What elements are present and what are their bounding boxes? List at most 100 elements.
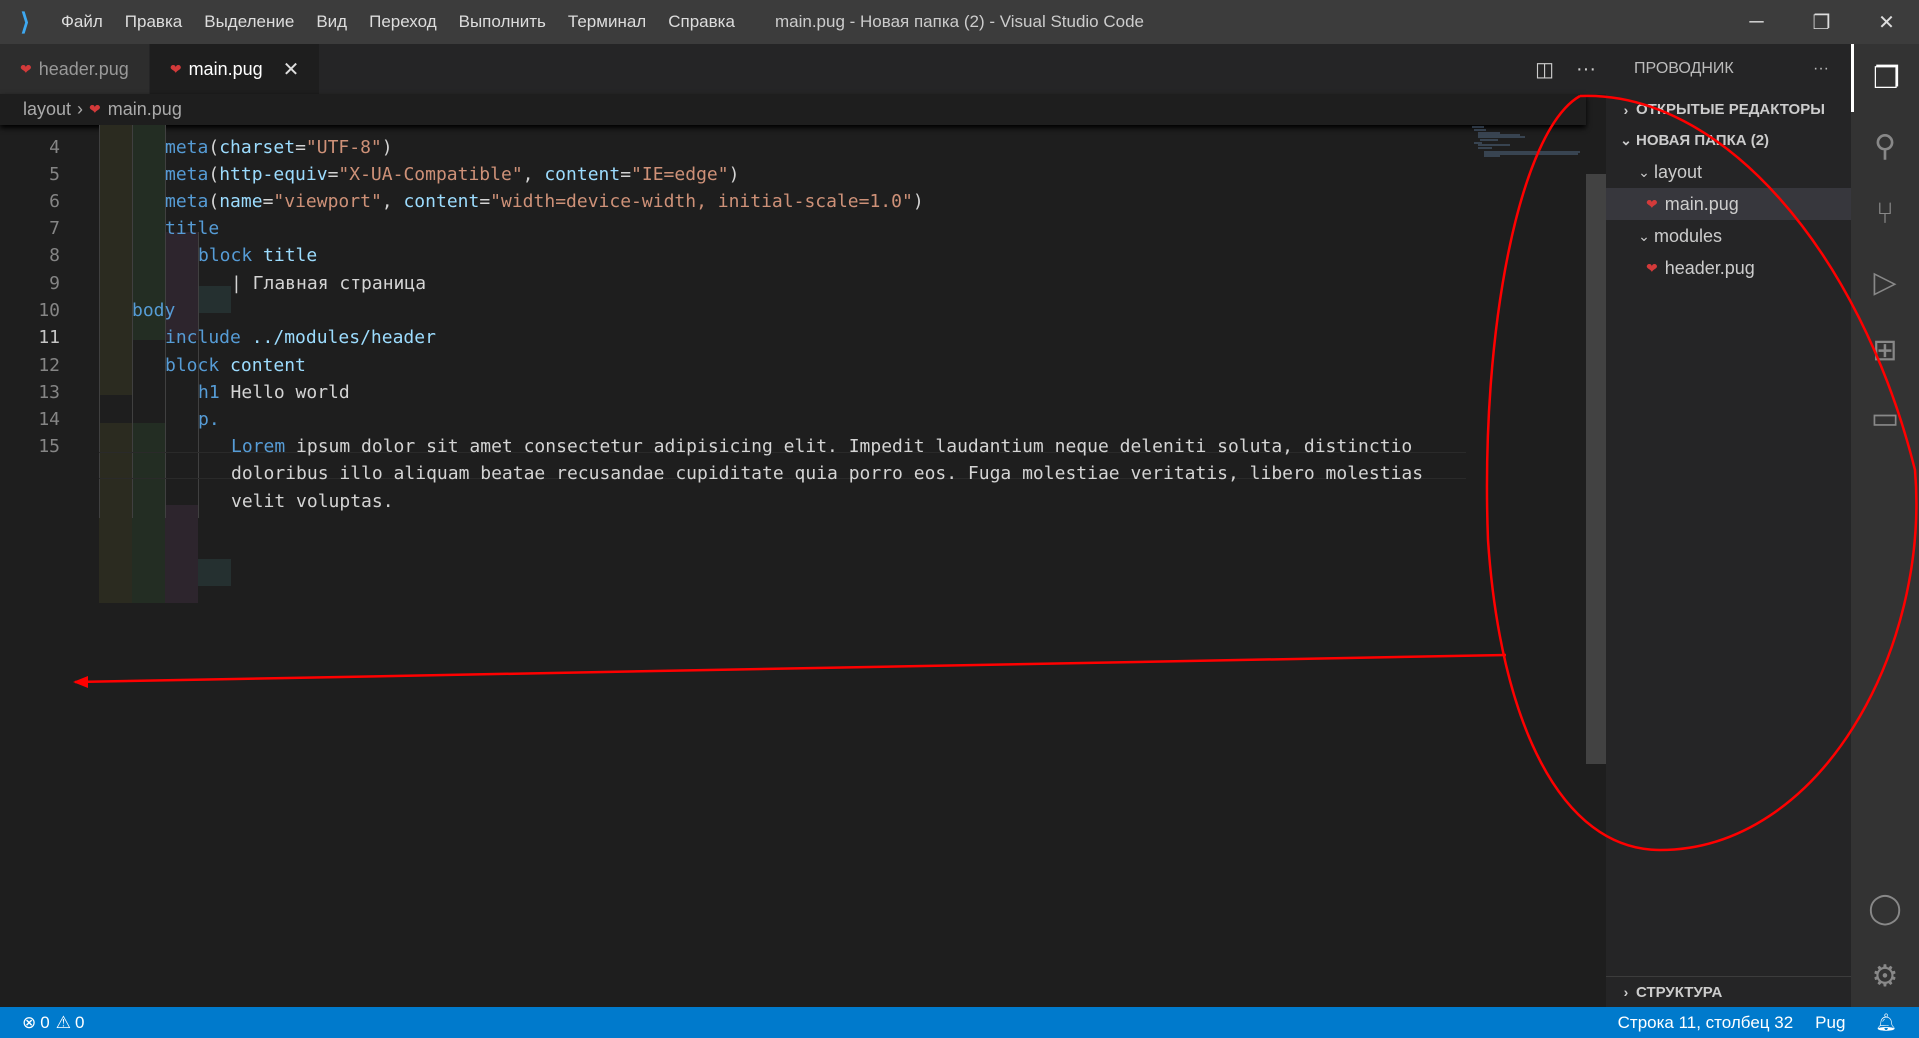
minimap[interactable] <box>1470 125 1586 165</box>
warning-count[interactable]: 0 <box>75 1013 84 1033</box>
chevron-down-icon: ⌄ <box>1638 163 1650 180</box>
indent-band <box>198 559 231 586</box>
code-line-15-wrap: doloribus illo aliquam beatae recusandae… <box>231 463 1424 484</box>
pug-file-icon: ❤ <box>169 60 182 77</box>
line-number: 14 <box>38 409 60 430</box>
line-number: 5 <box>49 164 60 185</box>
menu-edit[interactable]: Правка <box>125 12 182 31</box>
explorer-more-icon[interactable]: ··· <box>1813 60 1829 78</box>
code-line-5: meta(http-equiv="X-UA-Compatible", conte… <box>165 164 740 185</box>
restore-button[interactable]: ❐ <box>1789 0 1854 44</box>
activity-bar: ❐ ⚲ ⑂ ▷ ⊞ ▭ ◯ ⚙ <box>1851 44 1919 1007</box>
breadcrumb: layout › ❤ main.pug <box>0 94 1586 125</box>
explorer-sidebar: ПРОВОДНИК ··· › ОТКРЫТЫЕ РЕДАКТОРЫ ⌄ НОВАЯ … <box>1606 44 1851 1007</box>
code-line-15-wrap: velit voluptas. <box>231 491 394 512</box>
source-control-icon[interactable]: ⑂ <box>1851 180 1919 248</box>
menu-selection[interactable]: Выделение <box>204 12 294 31</box>
code-line-8: block title <box>198 245 318 266</box>
indent-band <box>165 232 198 340</box>
code-line-13: h1 Hello world <box>198 382 350 403</box>
pug-file-icon: ❤ <box>1646 259 1658 276</box>
vscode-logo-icon: ⟩ <box>20 8 30 36</box>
breadcrumb-folder[interactable]: layout <box>23 99 71 120</box>
code-line-12: block content <box>165 355 306 376</box>
minimize-button[interactable]: ─ <box>1724 0 1789 44</box>
vertical-scrollbar[interactable] <box>1586 174 1606 764</box>
code-line-4: meta(charset="UTF-8") <box>165 137 393 158</box>
error-count[interactable]: 0 <box>40 1013 49 1033</box>
cursor-position[interactable]: Строка 11, столбец 32 <box>1618 1013 1794 1033</box>
folder-icon[interactable]: ▭ <box>1851 384 1919 452</box>
breadcrumb-separator: › <box>77 99 84 119</box>
code-line-9: | Главная страница <box>231 273 427 294</box>
code-line-6: meta(name="viewport", content="width=dev… <box>165 191 924 212</box>
tree-label: modules <box>1654 225 1723 246</box>
title-bar: ⟩ Файл Правка Выделение Вид Переход Выполнить… <box>0 0 1919 44</box>
more-actions-icon[interactable]: ··· <box>1576 58 1596 81</box>
line-number: 10 <box>38 300 60 321</box>
line-number: 6 <box>49 191 60 212</box>
code-line-7: title <box>165 218 220 239</box>
outline-section[interactable]: › СТРУКТУРА <box>1606 976 1851 1007</box>
line-number-current: 11 <box>38 327 60 348</box>
tab-bar: ❤ header.pug ❤ main.pug ✕ ◫ ··· <box>0 44 1606 94</box>
section-label: НОВАЯ ПАПКА (2) <box>1636 132 1770 149</box>
warning-icon[interactable]: ⚠ <box>56 1013 71 1033</box>
tree-folder-modules[interactable]: ⌄ modules <box>1606 220 1851 252</box>
line-number: 7 <box>49 218 60 239</box>
tree-file-header-pug[interactable]: ❤ header.pug <box>1606 252 1851 284</box>
menu-terminal[interactable]: Терминал <box>568 12 646 31</box>
explorer-icon[interactable]: ❐ <box>1851 44 1919 112</box>
pug-file-icon: ❤ <box>89 101 101 117</box>
indent-band <box>99 125 132 395</box>
tab-header-pug[interactable]: ❤ header.pug <box>0 44 150 94</box>
menu-bar: Файл Правка Выделение Вид Переход Выполнить Те… <box>50 12 746 32</box>
line-number: 4 <box>49 137 60 158</box>
language-mode[interactable]: Pug <box>1815 1013 1845 1033</box>
line-number: 15 <box>38 436 60 457</box>
error-icon[interactable]: ⊗ <box>22 1013 36 1033</box>
indent-band <box>198 286 231 313</box>
tree-folder-layout[interactable]: ⌄ layout <box>1606 156 1851 188</box>
menu-go[interactable]: Переход <box>369 12 437 31</box>
section-label: ОТКРЫТЫЕ РЕДАКТОРЫ <box>1636 101 1825 118</box>
code-line-14: p. <box>198 409 220 430</box>
section-label: СТРУКТУРА <box>1636 983 1723 1001</box>
code-line-15: Lorem ipsum dolor sit amet consectetur a… <box>231 436 1413 457</box>
open-editors-section[interactable]: › ОТКРЫТЫЕ РЕДАКТОРЫ <box>1606 94 1851 125</box>
pug-file-icon: ❤ <box>20 60 32 77</box>
chevron-right-icon: › <box>1623 984 1629 1000</box>
extensions-icon[interactable]: ⊞ <box>1851 316 1919 384</box>
bell-icon[interactable]: 🔔︎ <box>1875 1013 1897 1033</box>
tree-label: layout <box>1654 161 1703 182</box>
line-number: 12 <box>38 355 60 376</box>
menu-run[interactable]: Выполнить <box>459 12 546 31</box>
indent-band <box>165 505 198 603</box>
indent-band <box>99 423 132 603</box>
tree-file-main-pug[interactable]: ❤ main.pug <box>1606 188 1851 220</box>
tab-main-pug[interactable]: ❤ main.pug ✕ <box>149 44 321 94</box>
code-editor[interactable]: 4 5 6 7 8 9 10 11 12 13 14 15 meta(chars… <box>0 125 1586 1007</box>
tree-label: header.pug <box>1664 257 1755 278</box>
chevron-right-icon: › <box>1623 101 1629 118</box>
menu-help[interactable]: Справка <box>668 12 735 31</box>
chevron-down-icon: ⌄ <box>1620 132 1632 148</box>
indent-band <box>132 423 165 603</box>
run-debug-icon[interactable]: ▷ <box>1851 248 1919 316</box>
code-line-10: body <box>132 300 176 321</box>
folder-section[interactable]: ⌄ НОВАЯ ПАПКА (2) <box>1606 125 1851 156</box>
line-number: 8 <box>49 245 60 266</box>
line-number: 13 <box>38 382 60 403</box>
close-window-button[interactable]: ✕ <box>1854 0 1919 44</box>
close-tab-icon[interactable]: ✕ <box>283 57 300 82</box>
split-editor-icon[interactable]: ◫ <box>1535 57 1554 82</box>
line-number: 9 <box>49 273 60 294</box>
code-line-11: include ../modules/header <box>165 327 436 348</box>
chevron-down-icon: ⌄ <box>1638 227 1650 244</box>
gear-icon[interactable]: ⚙ <box>1851 942 1919 1010</box>
breadcrumb-file[interactable]: main.pug <box>108 99 182 120</box>
menu-view[interactable]: Вид <box>316 12 347 31</box>
account-icon[interactable]: ◯ <box>1851 874 1919 942</box>
search-icon[interactable]: ⚲ <box>1851 112 1919 180</box>
menu-file[interactable]: Файл <box>61 12 103 31</box>
